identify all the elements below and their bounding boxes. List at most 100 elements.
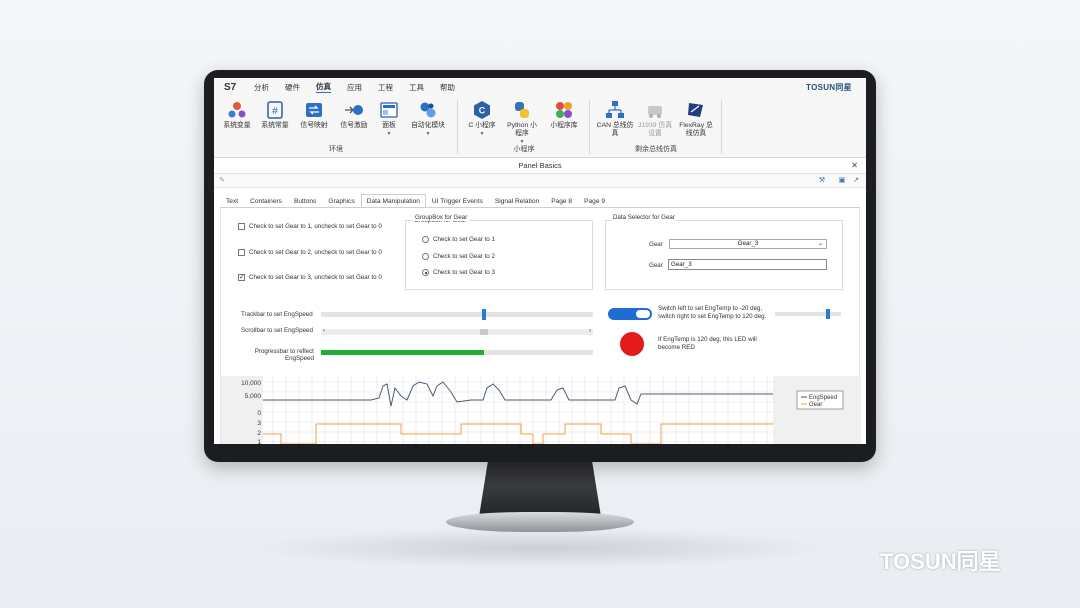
system-constants-button[interactable]: # 系统常量 xyxy=(258,100,292,130)
j1939-settings-button[interactable]: J1939 仿真设置 xyxy=(636,100,674,138)
y-tick-0: 0 xyxy=(257,410,261,417)
ribbon-group-label: 环境 xyxy=(329,146,343,153)
can-bus-icon xyxy=(605,100,625,120)
trackbar-thumb[interactable] xyxy=(482,309,487,320)
signal-stimulus-button[interactable]: 信号激励 xyxy=(336,100,372,130)
c-script-icon: C xyxy=(472,100,492,120)
python-script-button[interactable]: Python 小程序 ▼ xyxy=(504,100,540,146)
tab-buttons[interactable]: Buttons xyxy=(288,194,322,207)
gear-select[interactable]: Gear_3 ⌄ xyxy=(669,239,827,249)
gear3-checkbox[interactable]: ✓ xyxy=(238,274,245,281)
switch-description: Switch left to set EngTemp to -20 deg, s… xyxy=(658,305,767,320)
gear3-checkbox-label: Check to set Gear to 3, uncheck to set G… xyxy=(249,274,382,281)
tab-page-9[interactable]: Page 9 xyxy=(578,194,611,207)
engtemp-led xyxy=(620,332,644,356)
app-logo: S7 xyxy=(224,81,237,93)
system-variables-button[interactable]: 系统变量 xyxy=(220,100,254,130)
progressbar-label: Progressbar to reflect EngSpeed xyxy=(254,348,314,362)
chevron-down-icon: ⌄ xyxy=(817,241,823,247)
flexray-rbs-button[interactable]: FlexRay 总线仿真 xyxy=(676,100,716,138)
data-selector-title: Data Selector for Gear xyxy=(611,214,677,221)
svg-text:C: C xyxy=(479,106,486,116)
tab-containers[interactable]: Containers xyxy=(244,194,288,207)
menu-analysis[interactable]: 分析 xyxy=(254,82,269,93)
panel-button[interactable]: 面板 ▼ xyxy=(376,100,402,138)
groupbox-title-text: GroupBox for Gear xyxy=(413,214,470,221)
tab-ui-trigger-events[interactable]: UI Trigger Events xyxy=(426,194,489,207)
application-window: S7 分析 硬件 仿真 应用 工程 工具 帮助 TOSUN同星 系统变量 # 系… xyxy=(214,78,866,444)
led-description: If EngTemp is 120 deg, this LED will bec… xyxy=(658,336,757,351)
chevron-down-icon: ▼ xyxy=(425,131,431,137)
tab-text[interactable]: Text xyxy=(220,194,244,207)
tab-data-manipulation[interactable]: Data Manipulation xyxy=(360,194,426,207)
menu-simulation[interactable]: 仿真 xyxy=(316,81,331,93)
engspeed-scrollbar[interactable]: ‹ › xyxy=(321,328,593,335)
chevron-left-icon[interactable]: ‹ xyxy=(323,328,325,334)
panel-title-bar: Panel Basics ✕ xyxy=(214,158,866,174)
legend-engspeed-label: EngSpeed xyxy=(809,395,837,401)
engtemp-slider[interactable] xyxy=(775,309,841,319)
brand-logo: TOSUN同星 xyxy=(806,83,852,92)
gear3-radio[interactable] xyxy=(422,269,429,276)
external-link-icon[interactable]: ↗ xyxy=(852,177,860,185)
gear2-checkbox-label: Check to set Gear to 2, uncheck to set G… xyxy=(249,249,382,256)
automation-module-button[interactable]: 自动化模块 ▼ xyxy=(406,100,450,138)
script-library-icon xyxy=(554,100,574,120)
gear1-radio-label: Check to set Gear to 1 xyxy=(433,236,495,243)
engtemp-slider-thumb[interactable] xyxy=(825,309,830,319)
menu-help[interactable]: 帮助 xyxy=(440,82,455,93)
chevron-down-icon: ▼ xyxy=(386,131,392,137)
can-rbs-button[interactable]: CAN 总线仿真 xyxy=(596,100,634,138)
ribbon-group-scripts: C C 小程序 ▼ Python 小程序 ▼ 小程序库 小程序 xyxy=(462,98,586,156)
signal-chart-svg: 10,000 5,000 0 3 2 1 EngSpeed Gear xyxy=(241,376,844,444)
tab-content: Check to set Gear to 1, uncheck to set G… xyxy=(220,208,861,444)
monitor-stand-base xyxy=(446,512,634,532)
panel-title: Panel Basics xyxy=(518,161,562,170)
signal-mapping-button[interactable]: 信号映射 xyxy=(296,100,332,130)
tab-graphics[interactable]: Graphics xyxy=(322,194,360,207)
panel-icon xyxy=(379,100,399,120)
brand-watermark: TOSUN同星 xyxy=(880,549,1001,574)
gear2-checkbox[interactable] xyxy=(238,249,245,256)
script-library-button[interactable]: 小程序库 xyxy=(544,100,584,130)
ribbon-group-label: 剩余总线仿真 xyxy=(635,146,677,153)
ribbon-group-environment: 系统变量 # 系统常量 信号映射 信号激励 面板 ▼ 自动化模块 ▼ 环境 xyxy=(218,98,454,156)
save-icon[interactable]: ▣ xyxy=(838,177,846,185)
engspeed-progressbar xyxy=(321,350,593,355)
flexray-icon xyxy=(686,100,706,120)
wrench-icon[interactable]: ⚒ xyxy=(818,177,826,185)
gear-text-label: Gear xyxy=(649,262,663,269)
ribbon-group-label: 小程序 xyxy=(513,146,535,153)
gear-text-field[interactable]: Gear_3 xyxy=(668,259,827,270)
scrollbar-thumb[interactable] xyxy=(480,329,489,335)
menu-tools[interactable]: 工具 xyxy=(409,82,424,93)
menu-application[interactable]: 应用 xyxy=(347,82,362,93)
monitor-shadow xyxy=(250,528,830,568)
chevron-down-icon: ▼ xyxy=(479,131,485,137)
ribbon: 系统变量 # 系统常量 信号映射 信号激励 面板 ▼ 自动化模块 ▼ 环境 C … xyxy=(214,96,866,158)
tab-signal-relation[interactable]: Signal Relation xyxy=(489,194,545,207)
gear1-radio[interactable] xyxy=(422,236,429,243)
chevron-right-icon[interactable]: › xyxy=(589,328,591,334)
engtemp-switch[interactable] xyxy=(608,308,652,320)
edit-icon[interactable]: ✎ xyxy=(218,177,226,185)
ribbon-separator xyxy=(457,100,458,154)
c-script-button[interactable]: C C 小程序 ▼ xyxy=(464,100,500,138)
engspeed-trackbar[interactable] xyxy=(321,309,593,320)
panel-tabs: Text Containers Buttons Graphics Data Ma… xyxy=(220,194,860,208)
ribbon-separator xyxy=(589,100,590,154)
signal-stimulus-icon xyxy=(344,100,364,120)
gear2-radio[interactable] xyxy=(422,253,429,260)
system-variables-icon xyxy=(227,100,247,120)
gear1-checkbox[interactable] xyxy=(238,223,245,230)
signal-mapping-icon xyxy=(304,100,324,120)
menu-project[interactable]: 工程 xyxy=(378,82,393,93)
system-constants-icon: # xyxy=(265,100,285,120)
plot-area xyxy=(263,376,773,444)
python-icon xyxy=(512,100,532,120)
menu-hardware[interactable]: 硬件 xyxy=(285,82,300,93)
tab-page-8[interactable]: Page 8 xyxy=(545,194,578,207)
scrollbar-label: Scrollbar to set EngSpeed xyxy=(241,327,313,334)
gear3-radio-label: Check to set Gear to 3 xyxy=(433,269,495,276)
close-icon[interactable]: ✕ xyxy=(851,158,858,174)
